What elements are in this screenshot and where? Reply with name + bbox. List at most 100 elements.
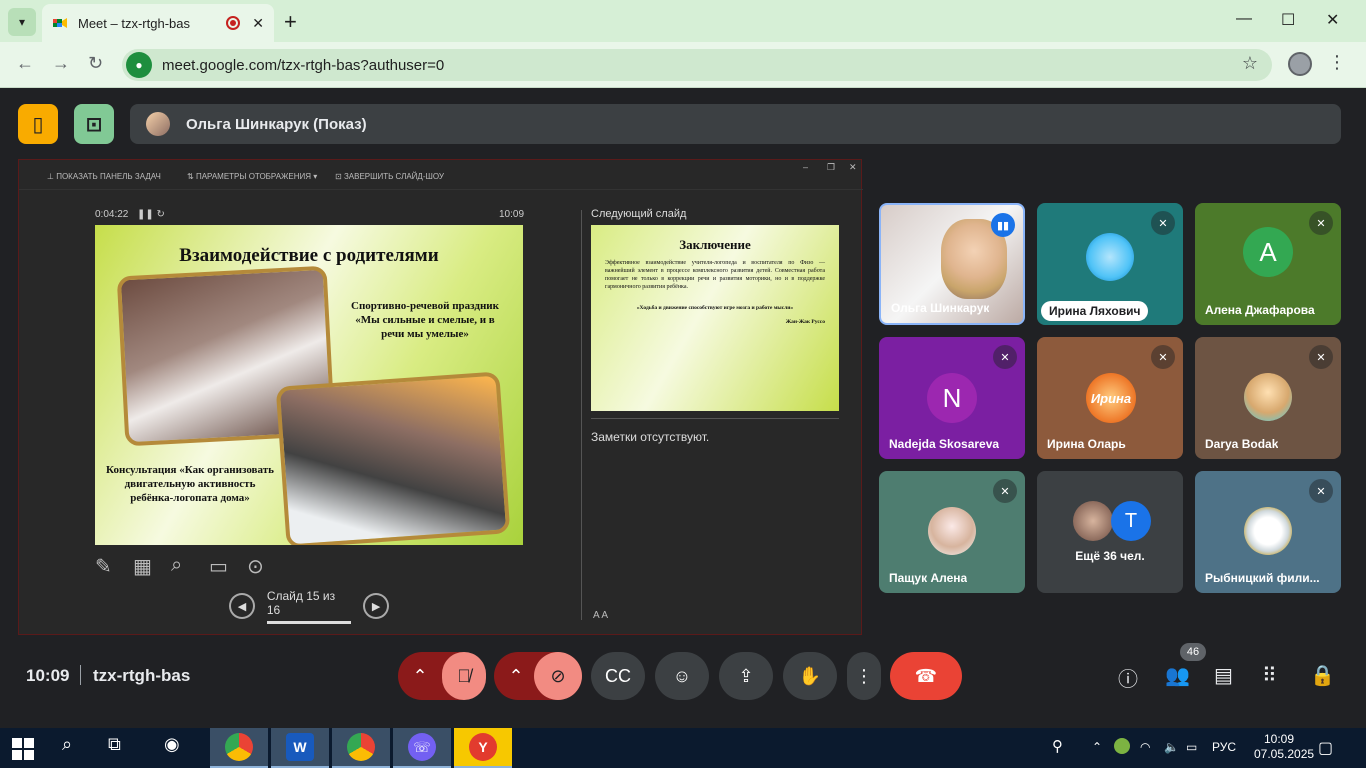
address-bar[interactable]: ● meet.google.com/tzx-rtgh-bas?authuser=… [122,49,1272,81]
phone-hangup-icon: ☎ [914,665,938,686]
participant-avatar [1244,507,1292,555]
host-controls-icon[interactable]: 🔒 [1310,663,1335,688]
activities-button[interactable]: ▯ [18,104,58,144]
tab-search-button[interactable]: ▾ [8,8,36,36]
participants-count-badge: 46 [1180,643,1206,661]
browser-menu-icon[interactable]: ⋮ [1328,52,1346,73]
slide-navigation: ◀ Слайд 15 из 16 ▶ [229,589,390,624]
maximize-button[interactable]: ☐ [1281,10,1295,30]
tray-app-icon[interactable] [1114,738,1130,754]
layout-button[interactable]: ⊡ [74,104,114,144]
participant-tile[interactable]: ✕ Рыбницкий фили... [1195,471,1341,593]
chrome-taskbar-app[interactable] [210,728,268,768]
viber-taskbar-app[interactable]: ☏ [393,728,451,768]
participant-tile[interactable]: N ✕ Nadejda Skosareva [879,337,1025,459]
present-button[interactable]: ⇪ [719,652,773,700]
devices-icon: ⊡ [85,113,103,136]
presenter-divider [581,210,582,620]
camera-control: ⌃ ⊘ [494,652,582,700]
slide-caption-1: Спортивно-речевой праздник «Мы сильные и… [351,300,499,340]
notifications-icon[interactable]: ▢ [1318,738,1333,758]
raise-hand-button[interactable]: ✋ [783,652,837,700]
browser-toolbar: ← → ↻ ● meet.google.com/tzx-rtgh-bas?aut… [0,42,1366,88]
alice-icon[interactable]: ◉ [164,734,180,755]
participant-tile[interactable]: Ирина ✕ Ирина Оларь [1037,337,1183,459]
participant-initial: A [1243,227,1293,277]
next-slide-quote: «Ходьба и движение способствуют игре моз… [636,305,794,311]
task-view-icon[interactable]: ⧉ [108,734,121,755]
captions-icon: CC [605,665,631,686]
new-tab-button[interactable]: + [284,9,297,35]
battery-icon[interactable]: ▭ [1186,740,1197,754]
mic-off-icon[interactable]: 🎙̸ [442,652,486,700]
tray-chevron-icon[interactable]: ⌃ [1092,740,1102,754]
site-info-icon[interactable]: ● [126,52,152,78]
participant-avatar: Ирина [1086,373,1136,423]
chrome-icon [225,733,253,761]
bookmark-star-icon[interactable]: ☆ [1242,53,1258,74]
chat-icon[interactable]: ▤ [1214,663,1233,688]
profile-avatar[interactable] [1288,52,1312,76]
tab-close-icon[interactable]: ✕ [252,15,264,32]
speaker-notes: Заметки отсутствуют. [591,430,710,444]
meeting-info-icon[interactable]: ⓘ [1118,663,1138,692]
mic-off-icon: ✕ [1309,211,1333,235]
next-slide-preview: Заключение Эффективное взаимодействие уч… [591,225,839,411]
shared-screen: ⊥ ПОКАЗАТЬ ПАНЕЛЬ ЗАДАЧ ⇅ ПАРАМЕТРЫ ОТОБ… [18,159,863,635]
zoom-icon: ⌕ [171,554,183,576]
participant-tile[interactable]: ▮▮ Ольга Шинкарук [879,203,1025,325]
mic-off-icon: ✕ [1309,345,1333,369]
camera-options-chevron-icon[interactable]: ⌃ [494,666,538,687]
participant-tile[interactable]: ✕ Ирина Ляхович [1037,203,1183,325]
participant-avatar [928,507,976,555]
next-slide-body: Эффективное взаимодействие учителя-логоп… [605,260,825,290]
minimize-button[interactable]: — [1236,10,1252,28]
more-participants-tile[interactable]: T Ещё 36 чел. [1037,471,1183,593]
meeting-code: tzx-rtgh-bas [93,666,191,685]
back-arrow-icon[interactable]: ← [16,53,34,74]
meeting-clock: 10:09 [26,666,70,685]
wifi-icon[interactable]: ◠ [1140,740,1150,754]
show-taskbar-button: ⊥ ПОКАЗАТЬ ПАНЕЛЬ ЗАДАЧ [47,172,161,181]
word-taskbar-app[interactable]: W [271,728,329,768]
participant-tile[interactable]: ✕ Пащук Алена [879,471,1025,593]
pen-icon: ✎ [95,556,112,578]
presenter-view-toolbar: ⊥ ПОКАЗАТЬ ПАНЕЛЬ ЗАДАЧ ⇅ ПАРАМЕТРЫ ОТОБ… [19,160,863,190]
presenter-label: Ольга Шинкарук (Показ) [186,115,367,133]
people-tray-icon[interactable]: ⚲ [1052,737,1063,755]
activities-icon[interactable]: ⠿ [1262,663,1277,688]
participant-tile[interactable]: A ✕ Алена Джафарова [1195,203,1341,325]
search-icon[interactable]: ⌕ [62,734,72,755]
presentation-header: Ольга Шинкарук (Показ) [130,104,1341,144]
windows-start-icon[interactable] [12,738,34,760]
leave-call-button[interactable]: ☎ [890,652,962,700]
participant-avatar [1086,233,1134,281]
elapsed-timer: 0:04:22 [95,209,129,220]
next-slide-author: Жан-Жак Руссо [785,319,825,325]
chrome-icon [347,733,375,761]
url-text: meet.google.com/tzx-rtgh-bas?authuser=0 [162,56,445,74]
next-slide-label: Следующий слайд [591,208,687,220]
chrome-profile-taskbar-app[interactable] [332,728,390,768]
participant-initial: N [927,373,977,423]
screen-icon: ▭ [209,556,228,578]
prev-slide-icon: ◀ [229,593,255,619]
participant-avatar [1073,501,1113,541]
active-tab[interactable]: Meet – tzx-rtgh-bas ✕ [42,4,274,42]
camera-off-icon[interactable]: ⊘ [534,652,582,700]
mic-off-icon: ✕ [993,345,1017,369]
participant-tile[interactable]: ✕ Darya Bodak [1195,337,1341,459]
mic-options-chevron-icon[interactable]: ⌃ [398,666,442,687]
people-icon[interactable]: 👥 [1165,663,1190,688]
yandex-taskbar-app[interactable]: Y [454,728,512,768]
captions-button[interactable]: CC [591,652,645,700]
input-language[interactable]: РУС [1212,740,1236,754]
participant-name: Пащук Алена [889,571,968,585]
close-window-button[interactable]: ✕ [1326,10,1339,30]
more-options-button[interactable]: ⋮ [847,652,881,700]
forward-arrow-icon[interactable]: → [52,53,70,74]
volume-icon[interactable]: 🔈 [1164,740,1179,754]
reactions-button[interactable]: ☺ [655,652,709,700]
taskbar-clock[interactable]: 10:09 07.05.2025 [1254,732,1314,762]
reload-icon[interactable]: ↻ [88,53,103,74]
